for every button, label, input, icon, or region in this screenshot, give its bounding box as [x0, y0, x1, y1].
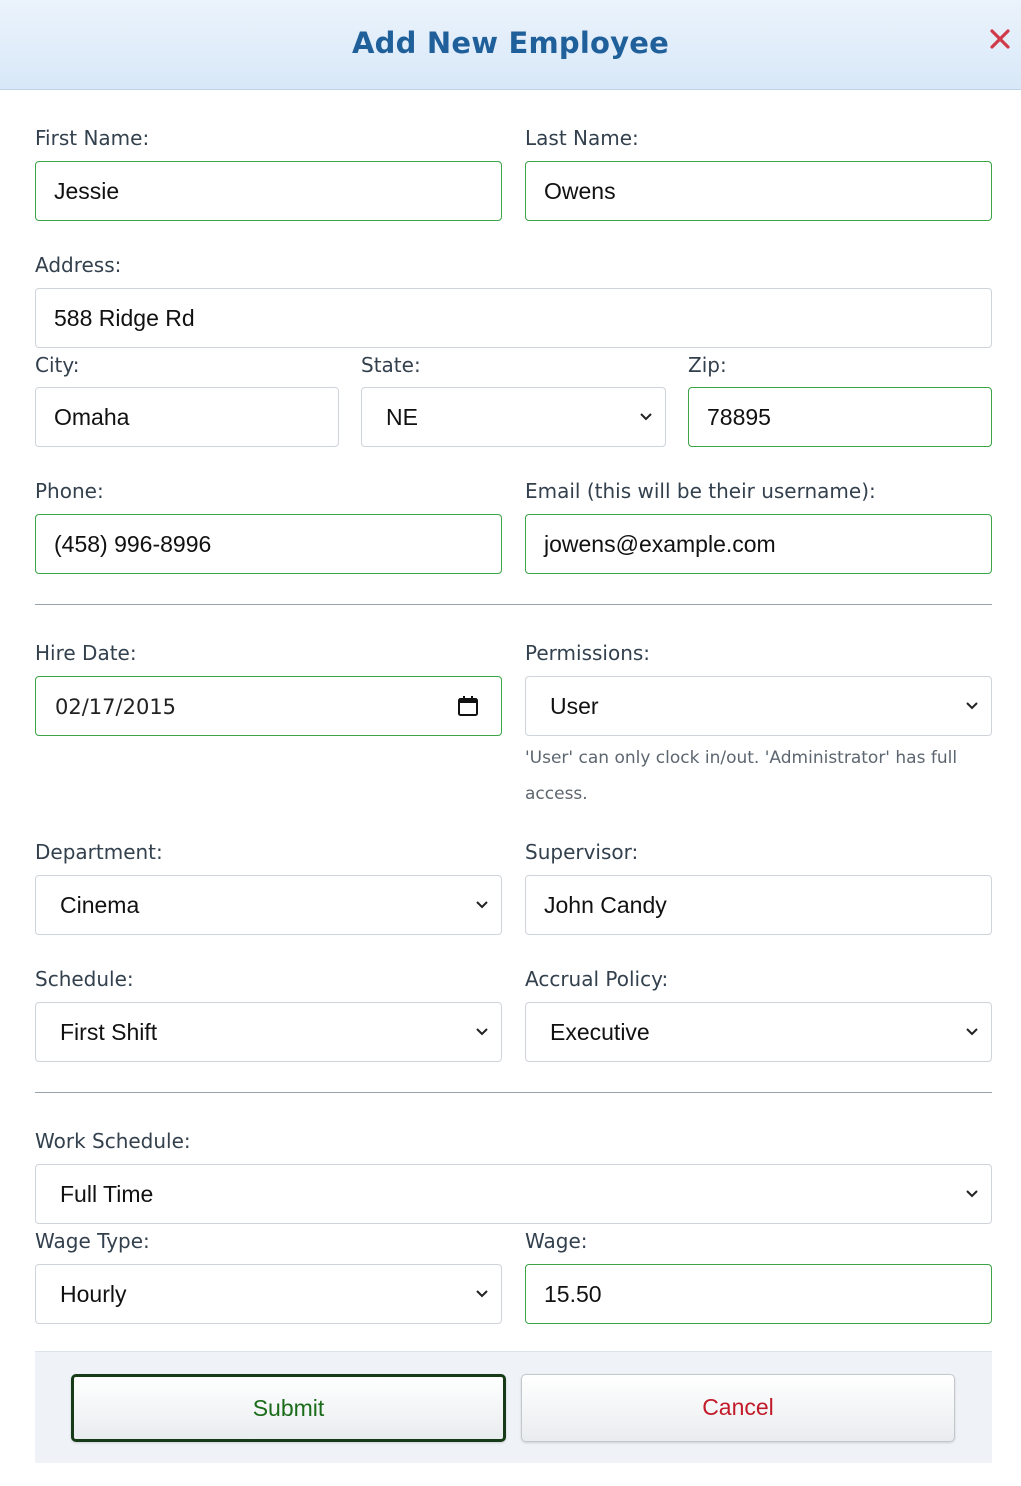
wage-field[interactable]: 15.50	[525, 1264, 992, 1324]
email-field[interactable]: jowens@example.com	[525, 514, 992, 574]
chevron-down-icon	[640, 413, 652, 421]
supervisor-value: John Candy	[544, 892, 667, 918]
department-value: Cinema	[60, 892, 140, 918]
state-select[interactable]: NE	[361, 387, 666, 447]
cancel-button[interactable]: Cancel	[521, 1374, 955, 1442]
email-label: Email (this will be their username):	[525, 479, 876, 503]
chevron-down-icon	[966, 1028, 978, 1036]
last-name-label: Last Name:	[525, 126, 639, 150]
zip-label: Zip:	[688, 353, 727, 377]
zip-field[interactable]: 78895	[688, 387, 992, 447]
chevron-down-icon	[476, 901, 488, 909]
wage-label: Wage:	[525, 1229, 588, 1253]
address-value: 588 Ridge Rd	[54, 305, 195, 331]
wage-type-label: Wage Type:	[35, 1229, 150, 1253]
accrual-policy-label: Accrual Policy:	[525, 967, 669, 991]
chevron-down-icon	[476, 1028, 488, 1036]
wage-type-value: Hourly	[60, 1281, 127, 1307]
permissions-value: User	[550, 693, 599, 719]
schedule-value: First Shift	[60, 1019, 158, 1045]
state-value: NE	[386, 404, 418, 430]
accrual-policy-value: Executive	[550, 1019, 650, 1045]
chevron-down-icon	[966, 1190, 978, 1198]
hire-date-value: 02/17/2015	[55, 695, 177, 719]
chevron-down-icon	[476, 1290, 488, 1298]
dialog-header: Add New Employee	[0, 0, 1021, 90]
address-label: Address:	[35, 253, 122, 277]
state-label: State:	[361, 353, 421, 377]
section-divider	[35, 1092, 992, 1093]
schedule-label: Schedule:	[35, 967, 134, 991]
first-name-value: Jessie	[54, 178, 120, 204]
first-name-field[interactable]: Jessie	[35, 161, 502, 221]
chevron-down-icon	[966, 702, 978, 710]
supervisor-label: Supervisor:	[525, 840, 639, 864]
phone-value: (458) 996-8996	[54, 531, 212, 557]
calendar-icon[interactable]	[457, 695, 479, 717]
work-schedule-select[interactable]: Full Time	[35, 1164, 992, 1224]
schedule-select[interactable]: First Shift	[35, 1002, 502, 1062]
last-name-field[interactable]: Owens	[525, 161, 992, 221]
close-icon[interactable]	[989, 28, 1011, 50]
department-label: Department:	[35, 840, 163, 864]
zip-value: 78895	[707, 404, 771, 430]
supervisor-field[interactable]: John Candy	[525, 875, 992, 935]
wage-value: 15.50	[544, 1281, 602, 1307]
hire-date-label: Hire Date:	[35, 641, 137, 665]
work-schedule-value: Full Time	[60, 1181, 154, 1207]
city-value: Omaha	[54, 404, 130, 430]
form-footer: Submit Cancel	[35, 1351, 992, 1463]
permissions-select[interactable]: User	[525, 676, 992, 736]
section-divider	[35, 604, 992, 605]
last-name-value: Owens	[544, 178, 616, 204]
address-field[interactable]: 588 Ridge Rd	[35, 288, 992, 348]
dialog-title: Add New Employee	[352, 26, 669, 60]
hire-date-field[interactable]: 02/17/2015	[35, 676, 502, 736]
phone-label: Phone:	[35, 479, 104, 503]
first-name-label: First Name:	[35, 126, 150, 150]
work-schedule-label: Work Schedule:	[35, 1129, 191, 1153]
permissions-label: Permissions:	[525, 641, 651, 665]
accrual-policy-select[interactable]: Executive	[525, 1002, 992, 1062]
department-select[interactable]: Cinema	[35, 875, 502, 935]
city-field[interactable]: Omaha	[35, 387, 339, 447]
submit-button[interactable]: Submit	[71, 1374, 506, 1442]
email-value: jowens@example.com	[544, 531, 776, 557]
city-label: City:	[35, 353, 80, 377]
phone-field[interactable]: (458) 996-8996	[35, 514, 502, 574]
wage-type-select[interactable]: Hourly	[35, 1264, 502, 1324]
permissions-help-text: 'User' can only clock in/out. 'Administr…	[525, 748, 958, 804]
